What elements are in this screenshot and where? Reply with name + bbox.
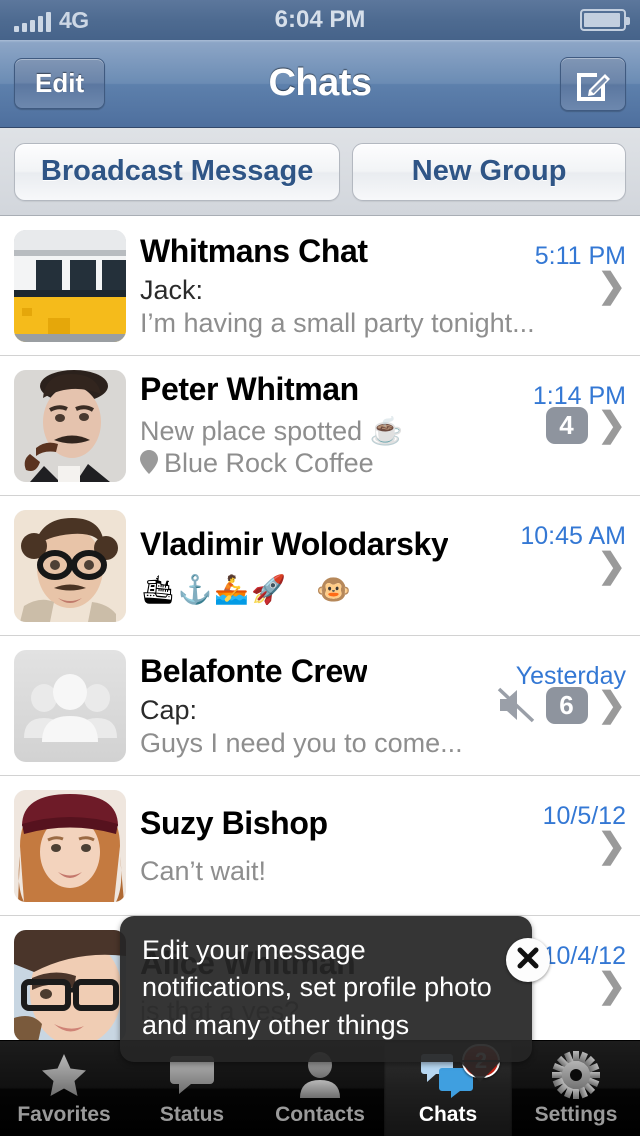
- gear-icon: [552, 1050, 600, 1100]
- avatar: [14, 930, 126, 1042]
- tram-photo-icon: [14, 230, 126, 342]
- unread-badge: 4: [546, 407, 588, 444]
- broadcast-message-button[interactable]: Broadcast Message: [14, 143, 340, 201]
- group-placeholder-icon: [14, 650, 126, 762]
- status-bar-clock: 6:04 PM: [0, 6, 640, 34]
- unread-badge: 6: [546, 687, 588, 724]
- chat-list-item[interactable]: Whitmans Chat Jack: I’m having a small p…: [0, 216, 640, 356]
- star-icon: [41, 1050, 87, 1100]
- chevron-right-icon: ❯: [598, 829, 627, 863]
- chat-title: Vladimir Wolodarsky: [140, 526, 448, 563]
- chat-title: Whitmans Chat: [140, 233, 368, 270]
- chat-title: Belafonte Crew: [140, 653, 367, 690]
- location-pin-icon: [140, 450, 158, 480]
- avatar: [14, 510, 126, 622]
- tooltip-text: Edit your message notifications, set pro…: [142, 932, 510, 1044]
- chat-preview: I’m having a small party tonight...: [140, 308, 622, 338]
- chat-list-item[interactable]: Vladimir Wolodarsky 🛳⚓🚣🚀🐵 10:45 AM ❯: [0, 496, 640, 636]
- tab-label: Favorites: [17, 1103, 110, 1127]
- avatar: [14, 370, 126, 482]
- status-bar-right: [580, 9, 626, 31]
- tab-label: Contacts: [275, 1103, 365, 1127]
- man-with-glasses-photo-icon: [14, 510, 126, 622]
- edit-button[interactable]: Edit: [14, 58, 105, 109]
- chat-list-item[interactable]: Peter Whitman New place spotted ☕ Blue R…: [0, 356, 640, 496]
- tab-label: Chats: [419, 1103, 477, 1127]
- tab-label: Status: [160, 1103, 224, 1127]
- action-button-bar: Broadcast Message New Group: [0, 128, 640, 216]
- chat-list-item[interactable]: Belafonte Crew Cap: Guys I need you to c…: [0, 636, 640, 776]
- battery-icon: [580, 9, 626, 31]
- avatar: [14, 790, 126, 902]
- chat-item-accessories: ❯: [598, 496, 627, 635]
- compose-button[interactable]: [560, 57, 626, 111]
- chat-emoji-group-1: 🛳⚓🚣🚀: [140, 574, 288, 605]
- chat-item-accessories: ❯: [598, 776, 627, 915]
- tooltip-close-button[interactable]: [506, 938, 550, 982]
- woman-with-glasses-photo-icon: [14, 930, 126, 1042]
- woman-with-beanie-photo-icon: [14, 790, 126, 902]
- chat-location-label: Blue Rock Coffee: [164, 448, 374, 478]
- close-icon: [516, 946, 540, 975]
- chevron-right-icon: ❯: [598, 969, 627, 1003]
- phone-screen: 4G 6:04 PM Edit Chats Broadcast Message …: [0, 0, 640, 1136]
- chevron-right-icon: ❯: [598, 549, 627, 583]
- chat-title: Peter Whitman: [140, 371, 359, 408]
- chevron-right-icon: ❯: [598, 688, 627, 722]
- avatar: [14, 230, 126, 342]
- chat-sender: Jack:: [140, 275, 622, 305]
- compose-icon: [573, 64, 613, 104]
- chevron-right-icon: ❯: [598, 269, 627, 303]
- navigation-bar: Edit Chats: [0, 40, 640, 128]
- avatar: [14, 650, 126, 762]
- chat-title: Suzy Bishop: [140, 805, 328, 842]
- tab-label: Settings: [535, 1103, 618, 1127]
- new-group-button[interactable]: New Group: [352, 143, 626, 201]
- chat-item-accessories: 6 ❯: [496, 636, 627, 775]
- tab-favorites[interactable]: Favorites: [0, 1041, 128, 1136]
- man-with-pipe-photo-icon: [14, 370, 126, 482]
- chat-preview: Can’t wait!: [140, 856, 622, 886]
- status-bar: 4G 6:04 PM: [0, 0, 640, 40]
- tab-settings[interactable]: Settings: [512, 1041, 640, 1136]
- chat-preview-emojis: 🛳⚓🚣🚀 🐵: [140, 573, 622, 606]
- tooltip-tail: [458, 1060, 502, 1082]
- chat-emoji-group-2: 🐵: [316, 574, 353, 605]
- onboarding-tooltip: Edit your message notifications, set pro…: [120, 916, 532, 1062]
- chat-item-accessories: 4 ❯: [546, 356, 627, 495]
- chat-list-item[interactable]: Suzy Bishop Can’t wait! 10/5/12 ❯: [0, 776, 640, 916]
- mute-icon: [496, 687, 536, 723]
- chevron-right-icon: ❯: [598, 408, 627, 442]
- chat-item-accessories: ❯: [598, 916, 627, 1055]
- chat-item-accessories: ❯: [598, 216, 627, 355]
